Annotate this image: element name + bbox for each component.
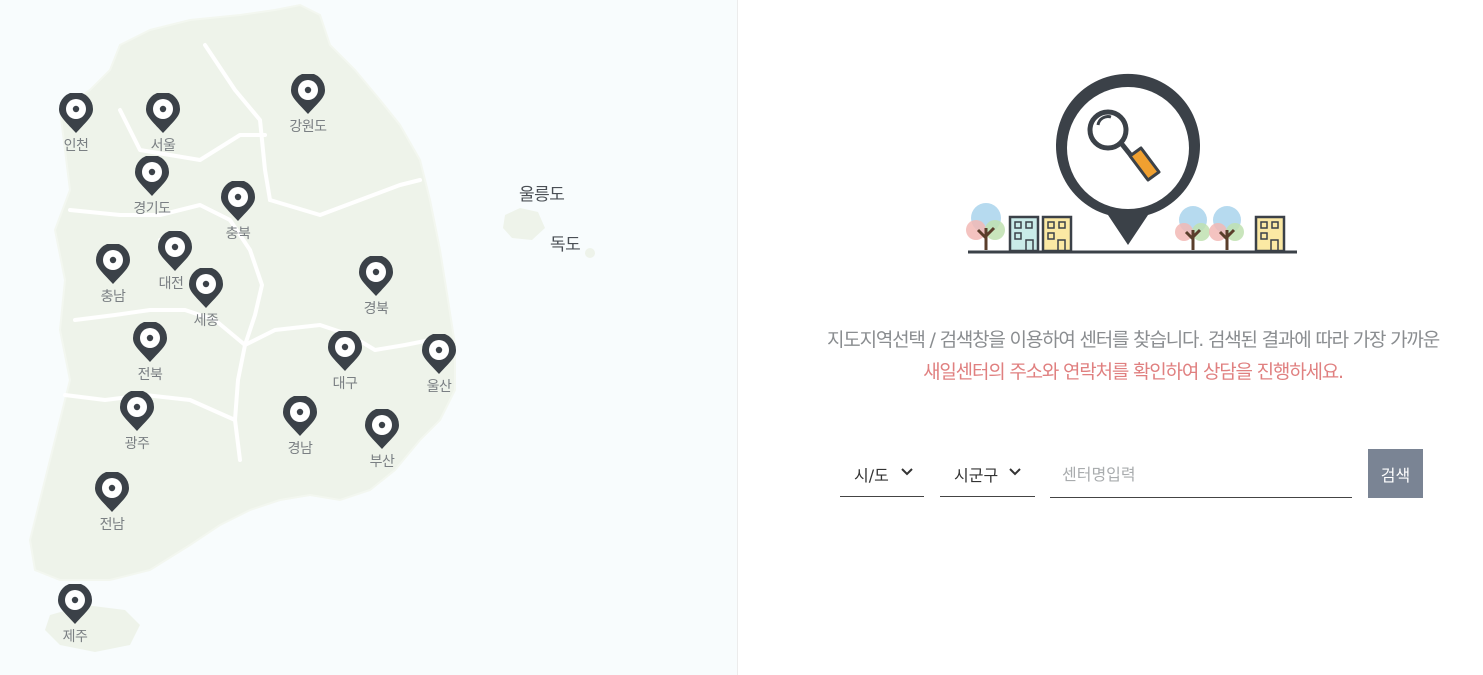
map-pin-icon	[365, 409, 399, 449]
region-label: 세종	[193, 313, 219, 329]
trees-left	[966, 203, 1005, 250]
region-label: 경북	[363, 301, 389, 317]
search-panel: 지도지역선택 / 검색창을 이용하여 센터를 찾습니다. 검색된 결과에 따라 …	[738, 0, 1483, 675]
region-label: 강원도	[289, 119, 327, 135]
sido-select[interactable]: 시/도	[840, 451, 924, 497]
map-pin-icon	[328, 331, 362, 371]
map-pin-icon	[58, 584, 92, 624]
chevron-down-icon	[1009, 468, 1021, 476]
region-label: 인천	[63, 138, 89, 154]
region-label: 부산	[369, 454, 395, 470]
map-pin-icon	[95, 472, 129, 512]
korea-map-panel: 인천 서울 강원도 경기도 충북 충남 대전 세종 경북 전북 대구 울산 광주…	[0, 0, 738, 675]
map-pin-icon	[146, 93, 180, 133]
map-pin-icon	[291, 74, 325, 114]
region-label: 전북	[137, 367, 163, 383]
guide-line-2: 새일센터의 주소와 연락처를 확인하여 상담을 진행하세요.	[923, 361, 1344, 383]
center-name-input[interactable]	[1050, 451, 1352, 498]
map-pin-icon	[59, 93, 93, 133]
map-pin-icon	[133, 322, 167, 362]
center-search-illustration	[966, 73, 1297, 254]
map-pin-icon	[135, 156, 169, 196]
sigungu-select[interactable]: 시군구	[940, 451, 1035, 497]
region-label: 광주	[124, 436, 150, 452]
ulleung-island	[503, 208, 545, 240]
ulleungdo-label: 울릉도	[519, 185, 565, 205]
map-pin-icon	[283, 396, 317, 436]
map-pin-icon	[96, 244, 130, 284]
dokdo-island	[585, 248, 595, 258]
region-label: 경기도	[133, 201, 171, 217]
guide-text: 지도지역선택 / 검색창을 이용하여 센터를 찾습니다. 검색된 결과에 따라 …	[788, 324, 1478, 388]
trees-right	[1175, 206, 1244, 250]
korea-map	[28, 3, 595, 652]
sigungu-select-label: 시군구	[954, 466, 999, 485]
map-pin-icon	[359, 256, 393, 296]
region-label: 울산	[426, 379, 452, 395]
map-pin-icon	[422, 334, 456, 374]
region-label: 서울	[150, 138, 176, 154]
region-label: 전남	[99, 517, 125, 533]
dokdo-label: 독도	[550, 235, 581, 255]
map-pin-icon	[120, 391, 154, 431]
region-label: 충북	[225, 226, 251, 242]
chevron-down-icon	[901, 468, 913, 476]
guide-line-1: 지도지역선택 / 검색창을 이용하여 센터를 찾습니다. 검색된 결과에 따라 …	[827, 329, 1440, 351]
map-search-pin-icon	[1056, 73, 1200, 245]
search-button[interactable]: 검색	[1368, 449, 1423, 498]
region-label: 경남	[287, 441, 313, 457]
region-label: 제주	[62, 629, 88, 645]
map-pin-icon	[189, 268, 223, 308]
building-right	[1254, 215, 1286, 253]
map-pin-icon	[158, 231, 192, 271]
buildings-left	[1008, 215, 1073, 253]
sido-select-label: 시/도	[854, 466, 889, 485]
map-pin-icon	[221, 181, 255, 221]
region-label: 대구	[332, 376, 358, 392]
